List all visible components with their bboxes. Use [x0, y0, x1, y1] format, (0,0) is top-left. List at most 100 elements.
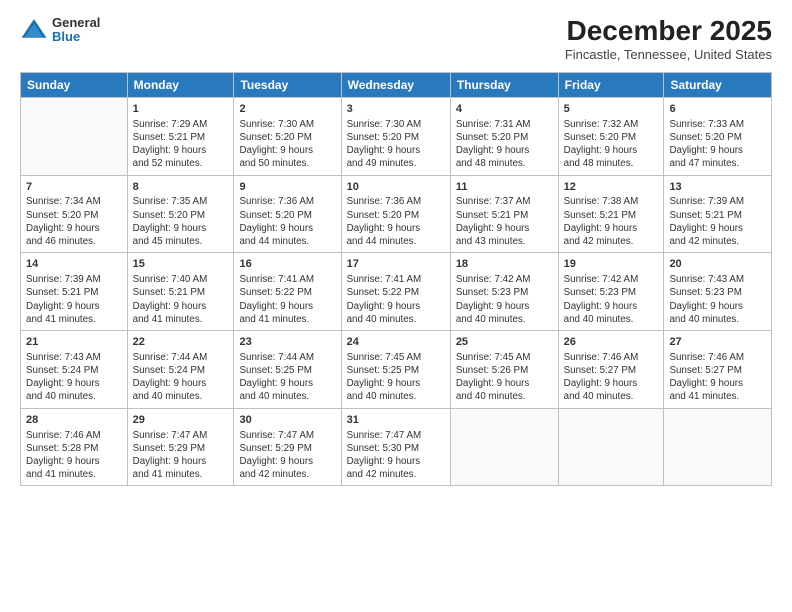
day-info: Sunrise: 7:33 AM Sunset: 5:20 PM Dayligh…: [669, 118, 766, 171]
calendar-cell: 6Sunrise: 7:33 AM Sunset: 5:20 PM Daylig…: [664, 97, 772, 175]
day-info: Sunrise: 7:31 AM Sunset: 5:20 PM Dayligh…: [456, 118, 553, 171]
day-number: 28: [26, 413, 122, 428]
day-number: 26: [564, 335, 659, 350]
day-info: Sunrise: 7:38 AM Sunset: 5:21 PM Dayligh…: [564, 195, 659, 248]
calendar-cell: 5Sunrise: 7:32 AM Sunset: 5:20 PM Daylig…: [558, 97, 664, 175]
col-saturday: Saturday: [664, 72, 772, 97]
calendar-cell: 30Sunrise: 7:47 AM Sunset: 5:29 PM Dayli…: [234, 408, 341, 486]
day-info: Sunrise: 7:44 AM Sunset: 5:25 PM Dayligh…: [239, 351, 335, 404]
day-info: Sunrise: 7:44 AM Sunset: 5:24 PM Dayligh…: [133, 351, 229, 404]
page: General Blue December 2025 Fincastle, Te…: [0, 0, 792, 612]
calendar-cell: 15Sunrise: 7:40 AM Sunset: 5:21 PM Dayli…: [127, 253, 234, 331]
calendar-cell: 8Sunrise: 7:35 AM Sunset: 5:20 PM Daylig…: [127, 175, 234, 253]
calendar-cell: [664, 408, 772, 486]
day-number: 27: [669, 335, 766, 350]
calendar-week-4: 21Sunrise: 7:43 AM Sunset: 5:24 PM Dayli…: [21, 330, 772, 408]
day-info: Sunrise: 7:45 AM Sunset: 5:25 PM Dayligh…: [347, 351, 445, 404]
day-info: Sunrise: 7:30 AM Sunset: 5:20 PM Dayligh…: [347, 118, 445, 171]
day-number: 9: [239, 180, 335, 195]
col-wednesday: Wednesday: [341, 72, 450, 97]
day-number: 12: [564, 180, 659, 195]
day-number: 13: [669, 180, 766, 195]
day-info: Sunrise: 7:34 AM Sunset: 5:20 PM Dayligh…: [26, 195, 122, 248]
day-number: 15: [133, 257, 229, 272]
day-number: 3: [347, 102, 445, 117]
day-info: Sunrise: 7:37 AM Sunset: 5:21 PM Dayligh…: [456, 195, 553, 248]
calendar-cell: [21, 97, 128, 175]
calendar-cell: 1Sunrise: 7:29 AM Sunset: 5:21 PM Daylig…: [127, 97, 234, 175]
calendar-week-1: 1Sunrise: 7:29 AM Sunset: 5:21 PM Daylig…: [21, 97, 772, 175]
title-block: December 2025 Fincastle, Tennessee, Unit…: [565, 16, 772, 62]
day-number: 22: [133, 335, 229, 350]
calendar-header-row: Sunday Monday Tuesday Wednesday Thursday…: [21, 72, 772, 97]
logo-blue: Blue: [52, 30, 100, 44]
calendar-cell: 4Sunrise: 7:31 AM Sunset: 5:20 PM Daylig…: [450, 97, 558, 175]
day-info: Sunrise: 7:32 AM Sunset: 5:20 PM Dayligh…: [564, 118, 659, 171]
subtitle: Fincastle, Tennessee, United States: [565, 47, 772, 62]
calendar-cell: 10Sunrise: 7:36 AM Sunset: 5:20 PM Dayli…: [341, 175, 450, 253]
day-number: 24: [347, 335, 445, 350]
col-friday: Friday: [558, 72, 664, 97]
day-info: Sunrise: 7:47 AM Sunset: 5:29 PM Dayligh…: [239, 429, 335, 482]
day-number: 30: [239, 413, 335, 428]
day-number: 8: [133, 180, 229, 195]
day-number: 16: [239, 257, 335, 272]
calendar-cell: 23Sunrise: 7:44 AM Sunset: 5:25 PM Dayli…: [234, 330, 341, 408]
day-number: 23: [239, 335, 335, 350]
day-info: Sunrise: 7:43 AM Sunset: 5:23 PM Dayligh…: [669, 273, 766, 326]
calendar-cell: 20Sunrise: 7:43 AM Sunset: 5:23 PM Dayli…: [664, 253, 772, 331]
day-number: 29: [133, 413, 229, 428]
day-info: Sunrise: 7:29 AM Sunset: 5:21 PM Dayligh…: [133, 118, 229, 171]
day-info: Sunrise: 7:36 AM Sunset: 5:20 PM Dayligh…: [239, 195, 335, 248]
day-number: 18: [456, 257, 553, 272]
day-number: 11: [456, 180, 553, 195]
col-tuesday: Tuesday: [234, 72, 341, 97]
calendar-cell: 31Sunrise: 7:47 AM Sunset: 5:30 PM Dayli…: [341, 408, 450, 486]
day-number: 2: [239, 102, 335, 117]
logo-text: General Blue: [52, 16, 100, 45]
day-info: Sunrise: 7:39 AM Sunset: 5:21 PM Dayligh…: [669, 195, 766, 248]
col-sunday: Sunday: [21, 72, 128, 97]
calendar: Sunday Monday Tuesday Wednesday Thursday…: [20, 72, 772, 487]
calendar-cell: 2Sunrise: 7:30 AM Sunset: 5:20 PM Daylig…: [234, 97, 341, 175]
logo: General Blue: [20, 16, 100, 45]
calendar-week-5: 28Sunrise: 7:46 AM Sunset: 5:28 PM Dayli…: [21, 408, 772, 486]
calendar-cell: 22Sunrise: 7:44 AM Sunset: 5:24 PM Dayli…: [127, 330, 234, 408]
calendar-cell: 25Sunrise: 7:45 AM Sunset: 5:26 PM Dayli…: [450, 330, 558, 408]
day-number: 5: [564, 102, 659, 117]
day-number: 14: [26, 257, 122, 272]
calendar-week-2: 7Sunrise: 7:34 AM Sunset: 5:20 PM Daylig…: [21, 175, 772, 253]
calendar-cell: [450, 408, 558, 486]
day-number: 19: [564, 257, 659, 272]
day-number: 10: [347, 180, 445, 195]
calendar-cell: 28Sunrise: 7:46 AM Sunset: 5:28 PM Dayli…: [21, 408, 128, 486]
day-number: 1: [133, 102, 229, 117]
day-number: 31: [347, 413, 445, 428]
col-thursday: Thursday: [450, 72, 558, 97]
calendar-cell: 27Sunrise: 7:46 AM Sunset: 5:27 PM Dayli…: [664, 330, 772, 408]
calendar-cell: 12Sunrise: 7:38 AM Sunset: 5:21 PM Dayli…: [558, 175, 664, 253]
day-info: Sunrise: 7:47 AM Sunset: 5:30 PM Dayligh…: [347, 429, 445, 482]
calendar-week-3: 14Sunrise: 7:39 AM Sunset: 5:21 PM Dayli…: [21, 253, 772, 331]
day-number: 7: [26, 180, 122, 195]
day-info: Sunrise: 7:36 AM Sunset: 5:20 PM Dayligh…: [347, 195, 445, 248]
calendar-cell: 14Sunrise: 7:39 AM Sunset: 5:21 PM Dayli…: [21, 253, 128, 331]
day-number: 21: [26, 335, 122, 350]
day-info: Sunrise: 7:46 AM Sunset: 5:27 PM Dayligh…: [669, 351, 766, 404]
col-monday: Monday: [127, 72, 234, 97]
day-number: 20: [669, 257, 766, 272]
day-info: Sunrise: 7:42 AM Sunset: 5:23 PM Dayligh…: [564, 273, 659, 326]
day-number: 6: [669, 102, 766, 117]
calendar-cell: 16Sunrise: 7:41 AM Sunset: 5:22 PM Dayli…: [234, 253, 341, 331]
day-info: Sunrise: 7:40 AM Sunset: 5:21 PM Dayligh…: [133, 273, 229, 326]
calendar-cell: 13Sunrise: 7:39 AM Sunset: 5:21 PM Dayli…: [664, 175, 772, 253]
calendar-cell: [558, 408, 664, 486]
header: General Blue December 2025 Fincastle, Te…: [20, 16, 772, 62]
day-number: 4: [456, 102, 553, 117]
calendar-cell: 17Sunrise: 7:41 AM Sunset: 5:22 PM Dayli…: [341, 253, 450, 331]
calendar-cell: 21Sunrise: 7:43 AM Sunset: 5:24 PM Dayli…: [21, 330, 128, 408]
day-info: Sunrise: 7:39 AM Sunset: 5:21 PM Dayligh…: [26, 273, 122, 326]
day-info: Sunrise: 7:42 AM Sunset: 5:23 PM Dayligh…: [456, 273, 553, 326]
calendar-cell: 9Sunrise: 7:36 AM Sunset: 5:20 PM Daylig…: [234, 175, 341, 253]
calendar-cell: 26Sunrise: 7:46 AM Sunset: 5:27 PM Dayli…: [558, 330, 664, 408]
